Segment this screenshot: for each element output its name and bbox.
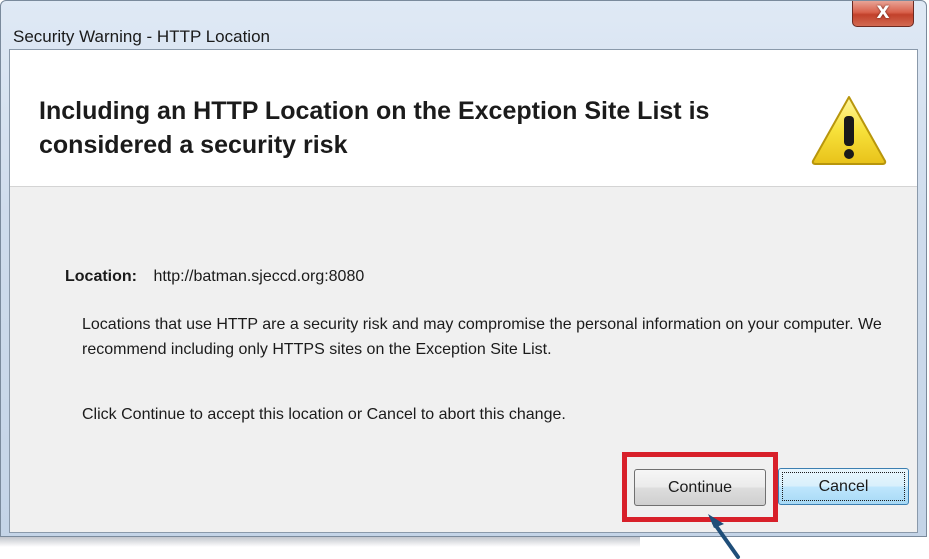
location-value: http://batman.sjeccd.org:8080 (153, 268, 365, 285)
dialog-content: Including an HTTP Location on the Except… (9, 49, 918, 533)
title-bar[interactable]: Security Warning - HTTP Location X (1, 1, 926, 47)
header-band: Including an HTTP Location on the Except… (10, 50, 917, 187)
location-row: Location: http://batman.sjeccd.org:8080 (65, 268, 364, 286)
window-shadow (0, 537, 640, 547)
cancel-button[interactable]: Cancel (778, 468, 909, 505)
dialog-heading: Including an HTTP Location on the Except… (39, 97, 710, 159)
continue-button[interactable]: Continue (634, 469, 766, 506)
instruction-text: Click Continue to accept this location o… (82, 406, 566, 423)
warning-icon (811, 96, 887, 165)
window-title: Security Warning - HTTP Location (13, 27, 270, 46)
close-button[interactable]: X (852, 1, 914, 27)
cancel-button-label: Cancel (818, 477, 869, 495)
close-icon: X (876, 3, 890, 23)
risk-description: Locations that use HTTP are a security r… (82, 316, 882, 358)
location-label: Location: (65, 268, 137, 285)
dialog-window: Security Warning - HTTP Location X Inclu… (0, 0, 927, 537)
